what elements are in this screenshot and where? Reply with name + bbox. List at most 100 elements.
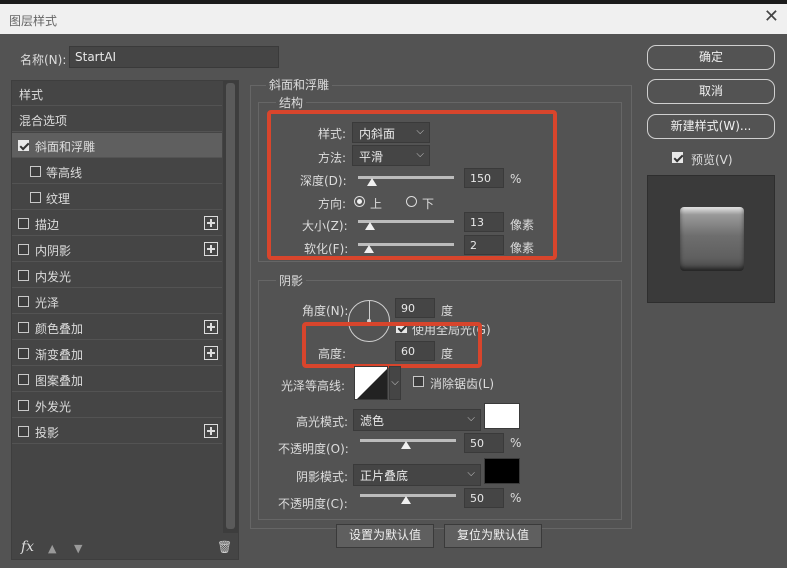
outer-glow-checkbox[interactable] <box>18 400 29 411</box>
preview-checkbox[interactable] <box>672 152 683 163</box>
list-item-label: 混合选项 <box>19 114 68 128</box>
satin-checkbox[interactable] <box>18 296 29 307</box>
styles-list: 样式 混合选项 斜面和浮雕 等高线 纹理 描边 内阴影 内发光 光泽 颜色叠加 … <box>11 80 239 560</box>
list-item-label: 纹理 <box>46 192 71 206</box>
gloss-contour-label: 光泽等高线: <box>281 379 346 393</box>
shadow-mode-select[interactable]: 正片叠底 ⌵ <box>353 464 481 486</box>
gradient-overlay-checkbox[interactable] <box>18 348 29 359</box>
angle-label: 角度(N): <box>302 304 349 318</box>
highlight-color-swatch[interactable] <box>484 403 520 429</box>
add-stroke-icon[interactable] <box>204 216 218 230</box>
chevron-down-icon: ⌵ <box>391 377 399 388</box>
bevel-emboss-title: 斜面和浮雕 <box>266 76 333 93</box>
chevron-down-icon: ⌵ <box>467 468 475 479</box>
gloss-contour-swatch[interactable] <box>354 366 388 400</box>
add-drop-shadow-icon[interactable] <box>204 424 218 438</box>
list-item-label: 内发光 <box>35 270 72 284</box>
inner-glow-checkbox[interactable] <box>18 270 29 281</box>
ok-button[interactable]: 确定 <box>647 45 775 70</box>
structure-highlight-box <box>267 110 557 260</box>
add-gradient-overlay-icon[interactable] <box>204 346 218 360</box>
highlight-mode-value: 滤色 <box>360 414 385 428</box>
shadow-mode-label: 阴影模式: <box>296 470 349 484</box>
add-inner-shadow-icon[interactable] <box>204 242 218 256</box>
structure-title: 结构 <box>276 94 307 111</box>
preview-swatch <box>680 207 744 271</box>
stroke-checkbox[interactable] <box>18 218 29 229</box>
bevel-emboss-checkbox[interactable] <box>18 140 29 151</box>
shadow-color-swatch[interactable] <box>484 458 520 484</box>
list-item-pattern-overlay[interactable]: 图案叠加 <box>12 367 222 392</box>
new-style-button[interactable]: 新建样式(W)... <box>647 114 775 139</box>
list-item-label: 颜色叠加 <box>35 322 84 336</box>
list-item-drop-shadow[interactable]: 投影 <box>12 419 222 444</box>
angle-input[interactable]: 90 <box>395 298 435 318</box>
scrollbar-thumb[interactable] <box>226 83 235 529</box>
list-item-label: 投影 <box>35 426 60 440</box>
shadow-opacity-unit: % <box>510 491 522 505</box>
window-title: 图层样式 <box>9 14 58 28</box>
chevron-down-icon: ⌵ <box>467 413 475 424</box>
move-up-icon[interactable]: ▲ <box>48 542 56 555</box>
move-down-icon[interactable]: ▼ <box>74 542 82 555</box>
shadow-opacity-input[interactable]: 50 <box>464 488 504 508</box>
add-color-overlay-icon[interactable] <box>204 320 218 334</box>
list-item-styles[interactable]: 样式 <box>12 81 222 106</box>
list-item-bevel-emboss[interactable]: 斜面和浮雕 <box>12 133 222 158</box>
list-item-label: 渐变叠加 <box>35 348 84 362</box>
list-item-label: 光泽 <box>35 296 60 310</box>
list-item-label: 外发光 <box>35 400 72 414</box>
fx-icon[interactable]: fx <box>21 539 34 555</box>
inner-shadow-checkbox[interactable] <box>18 244 29 255</box>
pattern-overlay-checkbox[interactable] <box>18 374 29 385</box>
list-item-blending-options[interactable]: 混合选项 <box>12 107 222 132</box>
highlight-mode-select[interactable]: 滤色 ⌵ <box>353 409 481 431</box>
list-item-texture[interactable]: 纹理 <box>12 185 222 210</box>
make-default-button[interactable]: 设置为默认值 <box>336 524 434 548</box>
highlight-opacity-label: 不透明度(O): <box>278 442 349 456</box>
reset-default-button[interactable]: 复位为默认值 <box>444 524 542 548</box>
list-item-label: 内阴影 <box>35 244 72 258</box>
list-item-outer-glow[interactable]: 外发光 <box>12 393 222 418</box>
list-item-satin[interactable]: 光泽 <box>12 289 222 314</box>
close-icon[interactable]: ✕ <box>764 8 779 26</box>
trash-icon[interactable]: 🗑 <box>217 540 232 554</box>
name-label: 名称(N): <box>20 53 67 67</box>
anti-alias-checkbox[interactable] <box>413 376 424 387</box>
highlight-opacity-thumb[interactable] <box>401 441 411 449</box>
color-overlay-checkbox[interactable] <box>18 322 29 333</box>
shading-title: 阴影 <box>276 272 307 289</box>
list-item-contour[interactable]: 等高线 <box>12 159 222 184</box>
list-item-label: 描边 <box>35 218 60 232</box>
gloss-contour-dropdown[interactable]: ⌵ <box>389 366 401 400</box>
anti-alias-label: 消除锯齿(L) <box>430 377 495 391</box>
drop-shadow-checkbox[interactable] <box>18 426 29 437</box>
title-bar: 图层样式 ✕ <box>0 4 787 34</box>
angle-dial-needle <box>369 301 370 321</box>
contour-checkbox[interactable] <box>30 166 41 177</box>
styles-list-scrollbar[interactable] <box>223 81 238 533</box>
shadow-opacity-label: 不透明度(C): <box>278 497 348 511</box>
list-item-stroke[interactable]: 描边 <box>12 211 222 236</box>
list-item-label: 图案叠加 <box>35 374 84 388</box>
list-item-inner-glow[interactable]: 内发光 <box>12 263 222 288</box>
shadow-opacity-thumb[interactable] <box>401 496 411 504</box>
list-item-label: 样式 <box>19 88 44 102</box>
shadow-mode-value: 正片叠底 <box>360 469 409 483</box>
contour-curve-icon <box>357 369 387 399</box>
name-input[interactable]: StartAI <box>69 46 279 68</box>
texture-checkbox[interactable] <box>30 192 41 203</box>
highlight-mode-label: 高光模式: <box>296 415 349 429</box>
list-item-inner-shadow[interactable]: 内阴影 <box>12 237 222 262</box>
highlight-opacity-unit: % <box>510 436 522 450</box>
layer-style-dialog: 图层样式 ✕ 名称(N): StartAI 样式 混合选项 斜面和浮雕 等高线 … <box>0 4 787 568</box>
cancel-button[interactable]: 取消 <box>647 79 775 104</box>
altitude-highlight-box <box>302 322 482 368</box>
angle-unit: 度 <box>441 304 454 318</box>
highlight-opacity-input[interactable]: 50 <box>464 433 504 453</box>
list-item-label: 斜面和浮雕 <box>35 140 96 154</box>
list-item-color-overlay[interactable]: 颜色叠加 <box>12 315 222 340</box>
list-item-label: 等高线 <box>46 166 83 180</box>
preview-canvas <box>647 175 775 303</box>
list-item-gradient-overlay[interactable]: 渐变叠加 <box>12 341 222 366</box>
